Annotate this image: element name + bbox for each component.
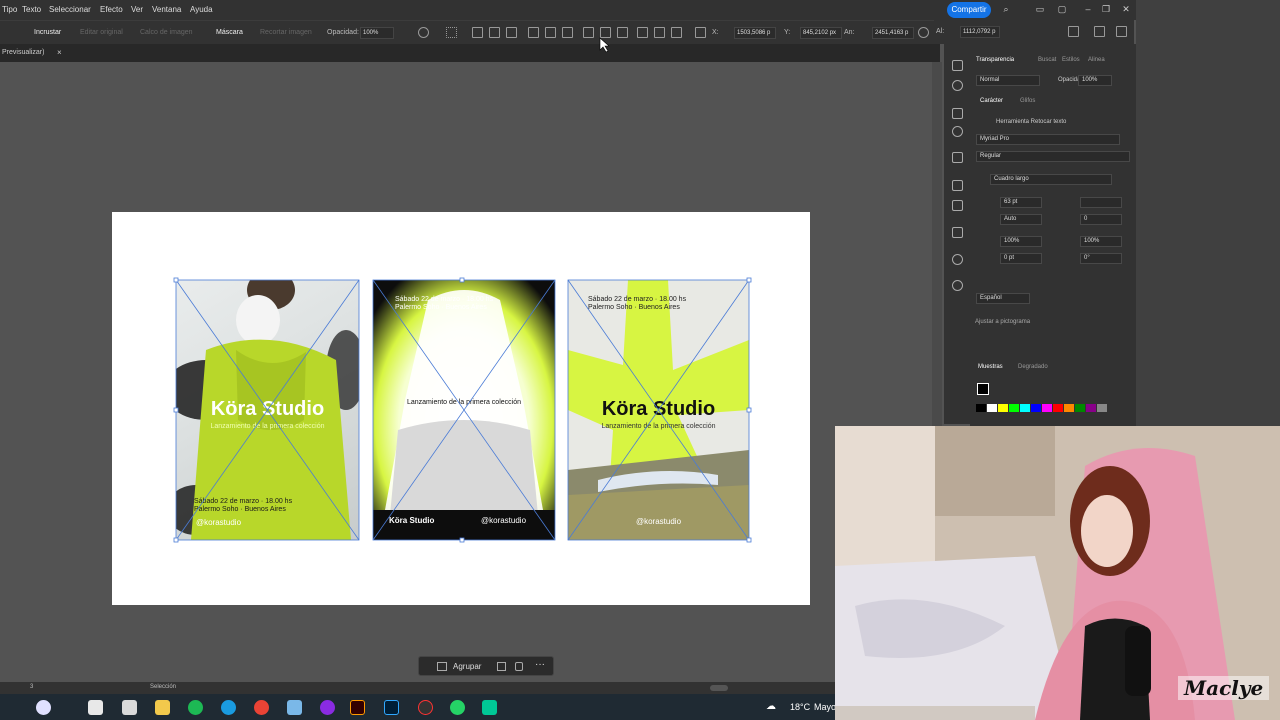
swatch-grid: [976, 404, 1116, 424]
minimize-icon[interactable]: –: [1082, 3, 1094, 15]
photoshop-icon[interactable]: [384, 700, 399, 715]
group-button[interactable]: Agrupar: [453, 662, 481, 671]
status-bar: 3 Selección: [0, 682, 835, 694]
font-style-select[interactable]: Regular: [976, 151, 1130, 162]
tab-caracter[interactable]: Carácter: [980, 98, 1003, 104]
arrange-icon[interactable]: [497, 662, 506, 671]
kerning-field[interactable]: Auto: [1000, 214, 1042, 225]
type-tool-icon[interactable]: [952, 60, 963, 71]
color-swatch[interactable]: [1097, 404, 1107, 412]
vertical-scale-field[interactable]: 100%: [1000, 236, 1042, 247]
tracking-field[interactable]: 0: [1080, 214, 1122, 225]
baseline-field[interactable]: 0 pt: [1000, 253, 1042, 264]
app-icon[interactable]: [122, 700, 137, 715]
tab-transparencia[interactable]: Transparencia: [976, 57, 1014, 63]
color-swatch[interactable]: [1075, 404, 1085, 412]
panel-toggle-icon[interactable]: [1094, 26, 1105, 37]
align-panel-icon[interactable]: [952, 152, 963, 163]
blend-mode-select[interactable]: Normal: [976, 75, 1040, 86]
close-icon[interactable]: ✕: [1120, 3, 1132, 15]
properties-panel: Transparencia Buscat Estilos Alinea Norm…: [970, 44, 1136, 426]
height-field[interactable]: 1112,0792 p: [960, 26, 1000, 38]
leading-field[interactable]: [1080, 197, 1122, 208]
color-icon[interactable]: [952, 80, 963, 91]
language-select[interactable]: Español: [976, 293, 1030, 304]
webcam-overlay: Maclye: [835, 426, 1280, 720]
appearance-icon[interactable]: [952, 254, 963, 265]
messenger-icon[interactable]: [320, 700, 335, 715]
tab-estilos[interactable]: Estilos: [1062, 57, 1080, 63]
tab-buscat[interactable]: Buscat: [1038, 57, 1056, 63]
share-button[interactable]: Compartir: [947, 2, 991, 18]
transform-panel-icon[interactable]: [952, 180, 963, 191]
color-swatch[interactable]: [987, 404, 997, 412]
more-options-icon[interactable]: [1068, 26, 1079, 37]
windows-taskbar: ☁ 18°C Mayo: [0, 694, 837, 720]
font-size-field[interactable]: 63 pt: [1000, 197, 1042, 208]
link-panel-icon[interactable]: [952, 126, 963, 137]
maximize-icon[interactable]: ❐: [1100, 3, 1112, 15]
color-swatch[interactable]: [976, 404, 986, 412]
side-margin: [1136, 0, 1280, 426]
color-swatch[interactable]: [1064, 404, 1074, 412]
horizontal-scrollbar[interactable]: [710, 685, 728, 691]
font-family-select[interactable]: Myriad Pro: [976, 134, 1120, 145]
more-icon[interactable]: ···: [535, 659, 545, 670]
font-size-mode-select[interactable]: Cuadro largo: [990, 174, 1112, 185]
illustrator-icon[interactable]: [350, 700, 365, 715]
record-icon[interactable]: [418, 700, 433, 715]
file-explorer-icon[interactable]: [155, 700, 170, 715]
notes-icon[interactable]: [287, 700, 302, 715]
tab-alinea[interactable]: Alinea: [1088, 57, 1105, 63]
tab-degradado[interactable]: Degradado: [1018, 364, 1048, 370]
export-icon[interactable]: [952, 108, 963, 119]
weather-desc: Mayo: [814, 702, 837, 712]
group-icon[interactable]: [437, 662, 447, 671]
color-swatch[interactable]: [998, 404, 1008, 412]
paragraph-icon[interactable]: [952, 227, 963, 238]
rotation-field[interactable]: 0°: [1080, 253, 1122, 264]
horizontal-scale-field[interactable]: 100%: [1080, 236, 1122, 247]
current-tool-label: Selección: [150, 684, 177, 690]
pathfinder-icon[interactable]: [952, 200, 963, 211]
window-icon[interactable]: ▢: [1056, 3, 1068, 15]
panel-icon-strip: [944, 44, 970, 424]
whatsapp-icon[interactable]: [450, 700, 465, 715]
lock-icon[interactable]: [515, 662, 523, 671]
layers-icon[interactable]: [952, 280, 963, 291]
control-bar-right: Al: 1112,0792 p: [934, 20, 1134, 44]
color-swatch[interactable]: [1086, 404, 1096, 412]
contextual-task-bar: Agrupar ···: [418, 656, 554, 676]
spotify-icon[interactable]: [188, 700, 203, 715]
layout-icon[interactable]: ▭: [1034, 3, 1046, 15]
color-swatch[interactable]: [1020, 404, 1030, 412]
weather-temp: 18°C: [790, 702, 811, 712]
app-green-icon[interactable]: [482, 700, 497, 715]
color-swatch[interactable]: [1042, 404, 1052, 412]
list-icon[interactable]: [1116, 26, 1127, 37]
chrome-icon[interactable]: [254, 700, 269, 715]
opacity-field-panel[interactable]: 100%: [1078, 75, 1112, 86]
color-swatch[interactable]: [1031, 404, 1041, 412]
zoom-level[interactable]: 3: [30, 684, 33, 690]
edge-icon[interactable]: [221, 700, 236, 715]
weather-icon: ☁: [766, 701, 776, 712]
copilot-icon[interactable]: [36, 700, 51, 715]
search-icon[interactable]: ⌕: [1000, 3, 1012, 15]
task-view-icon[interactable]: [88, 700, 103, 715]
selection-overlay: [173, 37, 752, 543]
tab-glifos[interactable]: Glifos: [1020, 98, 1035, 104]
color-swatch[interactable]: [1053, 404, 1063, 412]
snap-to-glyph-label: Ajustar a pictograma: [975, 319, 1031, 325]
touch-type-tool[interactable]: Herramienta Retocar texto: [996, 119, 1066, 125]
streamer-watermark: Maclye: [1178, 676, 1270, 700]
tab-muestras[interactable]: Muestras: [978, 364, 1003, 370]
fill-color-swatch[interactable]: [977, 383, 989, 395]
color-swatch[interactable]: [1009, 404, 1019, 412]
